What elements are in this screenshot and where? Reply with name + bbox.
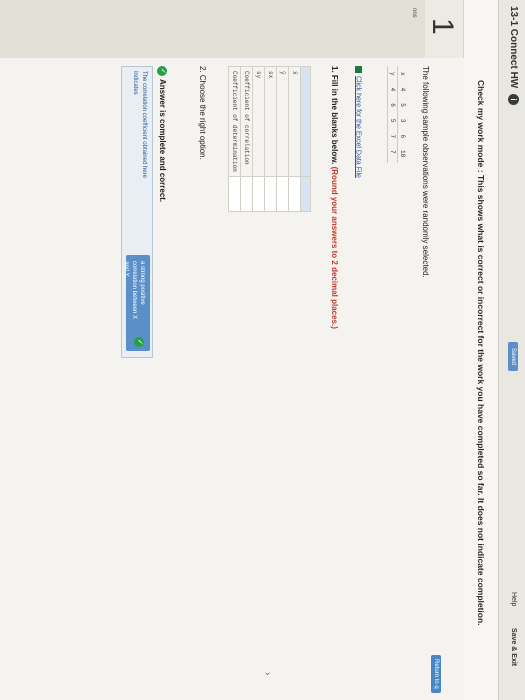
x-value: 5 bbox=[397, 97, 407, 113]
x-value: 4 bbox=[397, 81, 407, 98]
y-value: 6 bbox=[387, 97, 398, 113]
help-link[interactable]: Help bbox=[510, 592, 517, 606]
part1-prompt: 1. Fill in the blanks below. (Round your… bbox=[330, 66, 339, 329]
part1-instruction: (Round your answers to 2 decimal places.… bbox=[330, 166, 339, 329]
stat-label: Coefficient of determination bbox=[228, 66, 241, 177]
saved-badge: Saved bbox=[508, 342, 518, 372]
question-number: 1 bbox=[426, 18, 459, 35]
table-row: sx bbox=[264, 66, 277, 212]
stat-label: ȳ bbox=[276, 66, 289, 177]
selected-line3: and Y. bbox=[123, 261, 129, 278]
observations-table: x 4 5 3 6 10 y 4 6 5 7 7 bbox=[387, 66, 407, 164]
y-value: 4 bbox=[387, 81, 398, 98]
stat-label: sx bbox=[264, 66, 277, 177]
choice-text-line2: indicates bbox=[132, 71, 138, 95]
top-bar: 13-1 Connect HW i Saved Help Save & Exit bbox=[498, 0, 525, 700]
save-exit-button[interactable]: Save & Exit bbox=[510, 628, 517, 666]
stat-label: x̄ bbox=[288, 66, 301, 177]
x-label: x bbox=[397, 66, 407, 82]
table-row: y 4 6 5 7 7 bbox=[387, 66, 398, 164]
selected-line2: correlation between X bbox=[131, 261, 137, 320]
table-row: Coefficient of correlation bbox=[240, 66, 253, 212]
answer-status: ✓ Answer is complete and correct. bbox=[157, 66, 167, 202]
statistics-table: x̄ ȳ sx sy Coefficient of correlation Co… bbox=[228, 66, 311, 212]
answer-input[interactable] bbox=[264, 176, 277, 212]
table-header-row bbox=[300, 66, 311, 212]
excel-link-text: Click here for the Excel Data File bbox=[354, 76, 362, 178]
table-row: x̄ bbox=[288, 66, 301, 212]
x-value: 10 bbox=[397, 144, 407, 164]
correct-check-icon: ✓ bbox=[134, 337, 144, 347]
dropdown-selected-value: a strong positive correlation between X … bbox=[122, 261, 146, 331]
y-value: 7 bbox=[387, 144, 398, 164]
answer-input[interactable] bbox=[228, 176, 241, 212]
answer-status-text: Answer is complete and correct. bbox=[157, 79, 167, 203]
screenshot-stage: 13-1 Connect HW i Saved Help Save & Exit… bbox=[0, 0, 525, 700]
answer-input[interactable] bbox=[276, 176, 289, 212]
answer-dropdown[interactable]: a strong positive correlation between X … bbox=[123, 255, 150, 351]
chevron-right-icon: › bbox=[262, 672, 273, 676]
stat-label: sy bbox=[252, 66, 265, 177]
return-button[interactable]: Return to q bbox=[431, 655, 441, 693]
side-label: ons bbox=[411, 8, 417, 18]
part2-prompt: 2. Choose the right option. bbox=[198, 66, 207, 160]
y-value: 7 bbox=[387, 128, 398, 145]
table-row: sy bbox=[252, 66, 265, 212]
excel-data-link[interactable]: Click here for the Excel Data File bbox=[355, 66, 362, 178]
choice-text-line1: The correlation coefficient obtained her… bbox=[141, 71, 147, 178]
table-row: ȳ bbox=[276, 66, 289, 212]
table-row: x 4 5 3 6 10 bbox=[397, 66, 407, 164]
excel-file-icon bbox=[355, 66, 362, 73]
selected-line1: a strong positive bbox=[139, 261, 145, 305]
check-my-work-banner: Check my work mode : This shows what is … bbox=[463, 0, 498, 700]
question-intro: The following sample observations were r… bbox=[421, 66, 430, 278]
part1-prefix: 1. Fill in the blanks below. bbox=[330, 66, 339, 167]
stat-label: Coefficient of correlation bbox=[240, 66, 253, 177]
assignment-title-text: 13-1 Connect HW bbox=[507, 6, 519, 89]
choice-box: The correlation coefficient obtained her… bbox=[121, 66, 153, 358]
answer-input[interactable] bbox=[240, 176, 253, 212]
x-value: 3 bbox=[397, 112, 407, 129]
x-value: 6 bbox=[397, 128, 407, 145]
banner-text: Check my work mode : This shows what is … bbox=[476, 80, 486, 626]
y-value: 5 bbox=[387, 112, 398, 129]
answer-input[interactable] bbox=[252, 176, 265, 212]
assignment-title: 13-1 Connect HW i bbox=[507, 6, 519, 106]
check-icon: ✓ bbox=[157, 66, 167, 76]
answer-input[interactable] bbox=[288, 176, 301, 212]
page: 13-1 Connect HW i Saved Help Save & Exit… bbox=[0, 0, 525, 700]
info-icon[interactable]: i bbox=[508, 94, 519, 106]
left-strip bbox=[0, 0, 425, 58]
table-row: Coefficient of determination bbox=[228, 66, 241, 212]
y-label: y bbox=[387, 66, 398, 82]
